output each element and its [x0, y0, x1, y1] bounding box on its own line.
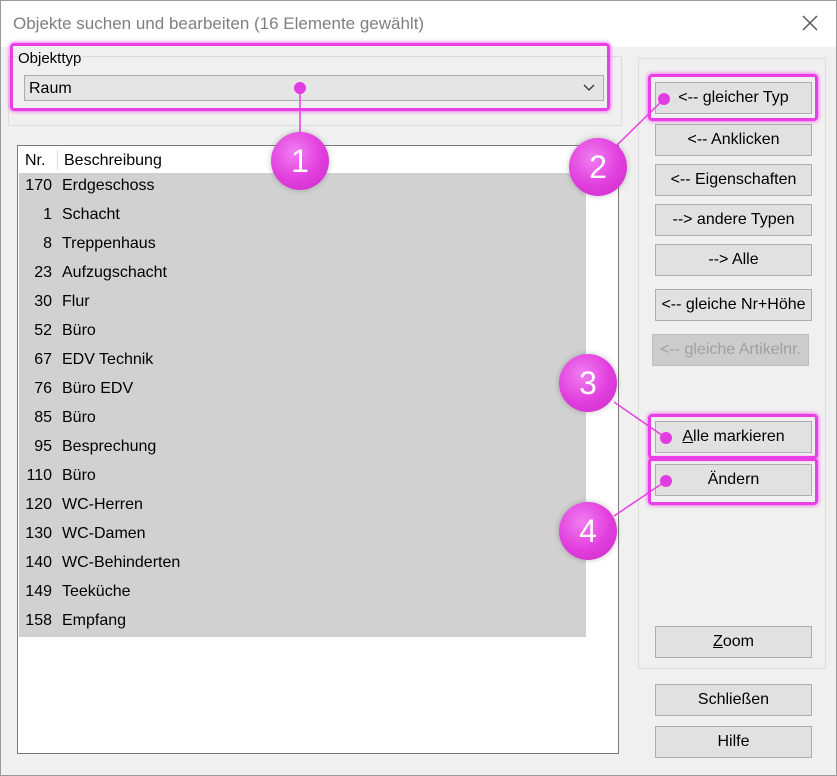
row-beschreibung: Flur: [62, 293, 90, 310]
row-nr: 170: [25, 177, 52, 194]
anklicken-button[interactable]: <-- Anklicken: [655, 124, 812, 156]
list-row[interactable]: 1 Schacht: [19, 202, 586, 231]
row-beschreibung: WC-Behinderten: [62, 554, 181, 571]
row-nr: 95: [34, 438, 52, 455]
row-nr: 158: [25, 612, 52, 629]
marker-4: 4: [559, 502, 617, 560]
row-beschreibung: Aufzugschacht: [62, 264, 167, 281]
list-rows: 170 Erdgeschoss 1 Schacht 8 Treppenhaus 23 Aufz…: [19, 173, 586, 637]
schliessen-button[interactable]: Schließen: [655, 684, 812, 716]
list-row[interactable]: 140 WC-Behinderten: [19, 550, 586, 579]
list-row[interactable]: 8 Treppenhaus: [19, 231, 586, 260]
eigenschaften-button[interactable]: <-- Eigenschaften: [655, 164, 812, 196]
marker-3: 3: [559, 354, 617, 412]
row-nr: 110: [26, 467, 52, 484]
column-header-nr[interactable]: Nr.: [25, 152, 45, 170]
row-beschreibung: Empfang: [62, 612, 127, 629]
row-beschreibung: Erdgeschoss: [62, 177, 155, 194]
row-beschreibung: Büro: [62, 409, 96, 426]
gleiche-artikelnr-button: <-- gleiche Artikelnr.: [652, 334, 809, 366]
highlight-gleicher-typ: [648, 74, 818, 121]
list-row[interactable]: 30 Flur: [19, 289, 586, 318]
marker-1: 1: [271, 132, 329, 190]
zoom-mnemonic: Z: [713, 633, 723, 650]
row-nr: 140: [25, 554, 52, 571]
list-row[interactable]: 130 WC-Damen: [19, 521, 586, 550]
list-row[interactable]: 76 Büro EDV: [19, 376, 586, 405]
row-beschreibung: EDV Technik: [62, 351, 154, 368]
column-header-beschreibung[interactable]: Beschreibung: [64, 152, 162, 170]
title-bar: Objekte suchen und bearbeiten (16 Elemen…: [1, 1, 836, 47]
zoom-button[interactable]: Zoom: [655, 626, 812, 658]
row-nr: 8: [43, 235, 52, 252]
highlight-aendern: [648, 458, 818, 505]
marker-2: 2: [569, 138, 627, 196]
list-row[interactable]: 67 EDV Technik: [19, 347, 586, 376]
object-list[interactable]: Nr. Beschreibung 170 Erdgeschoss 1 Schacht 8…: [17, 145, 619, 754]
highlight-alle-markieren: [648, 414, 818, 459]
row-nr: 120: [25, 496, 52, 513]
row-beschreibung: WC-Damen: [62, 525, 146, 542]
list-row[interactable]: 158 Empfang: [19, 608, 586, 637]
gleiche-nr-hoehe-button[interactable]: <-- gleiche Nr+Höhe: [655, 289, 812, 321]
row-nr: 130: [25, 525, 52, 542]
list-row[interactable]: 23 Aufzugschacht: [19, 260, 586, 289]
annotation-dot: [658, 93, 670, 105]
row-beschreibung: WC-Herren: [62, 496, 143, 513]
alle-button[interactable]: --> Alle: [655, 244, 812, 276]
row-beschreibung: Treppenhaus: [62, 235, 156, 252]
row-nr: 85: [34, 409, 52, 426]
list-row[interactable]: 52 Büro: [19, 318, 586, 347]
list-row[interactable]: 149 Teeküche: [19, 579, 586, 608]
zoom-label: oom: [722, 633, 754, 650]
list-row[interactable]: 120 WC-Herren: [19, 492, 586, 521]
window-title: Objekte suchen und bearbeiten (16 Elemen…: [13, 14, 425, 33]
annotation-dot: [660, 475, 672, 487]
row-nr: 23: [34, 264, 52, 281]
row-nr: 76: [34, 380, 52, 397]
row-nr: 1: [43, 206, 52, 223]
row-nr: 30: [34, 293, 52, 310]
row-nr: 52: [34, 322, 52, 339]
annotation-dot: [660, 432, 672, 444]
andere-typen-button[interactable]: --> andere Typen: [655, 204, 812, 236]
row-nr: 149: [25, 583, 52, 600]
row-nr: 67: [34, 351, 52, 368]
list-row[interactable]: 85 Büro: [19, 405, 586, 434]
list-row[interactable]: 95 Besprechung: [19, 434, 586, 463]
highlight-objekttyp: [10, 43, 610, 111]
row-beschreibung: Besprechung: [62, 438, 157, 455]
list-row[interactable]: 110 Büro: [19, 463, 586, 492]
row-beschreibung: Teeküche: [62, 583, 131, 600]
annotation-dot: [294, 82, 306, 94]
close-icon[interactable]: [798, 11, 822, 35]
row-beschreibung: Büro EDV: [62, 380, 134, 397]
column-divider: [57, 150, 58, 170]
row-beschreibung: Schacht: [62, 206, 120, 223]
row-beschreibung: Büro: [62, 467, 96, 484]
hilfe-button[interactable]: Hilfe: [655, 726, 812, 758]
row-beschreibung: Büro: [62, 322, 96, 339]
